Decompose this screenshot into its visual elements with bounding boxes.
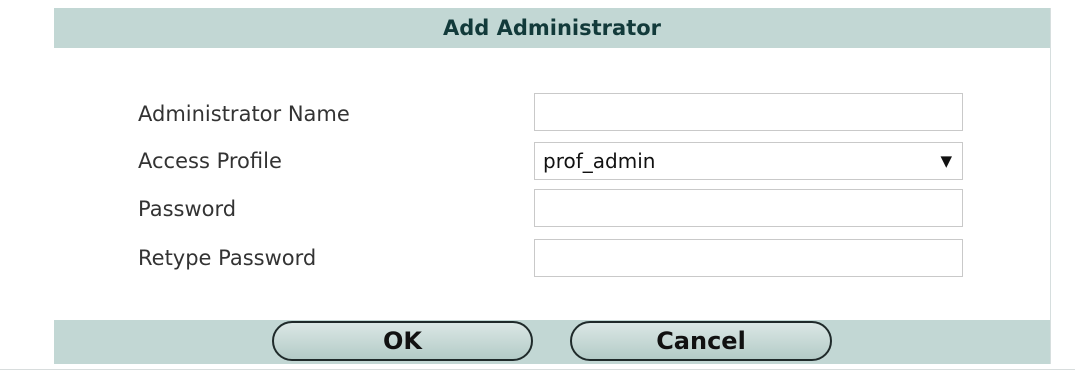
access-profile-label: Access Profile <box>138 149 282 173</box>
ok-button[interactable]: OK <box>272 321 533 361</box>
password-label: Password <box>138 197 237 221</box>
password-input[interactable] <box>534 189 963 227</box>
retype-password-label: Retype Password <box>138 246 317 270</box>
administrator-name-label: Administrator Name <box>138 102 350 126</box>
retype-password-input[interactable] <box>534 239 963 277</box>
cancel-button[interactable]: Cancel <box>570 321 832 361</box>
dropdown-arrow-icon[interactable]: ▼ <box>940 152 952 170</box>
access-profile-selected-value: prof_admin <box>543 149 656 173</box>
add-administrator-dialog: Add Administrator Administrator Name Acc… <box>54 8 1051 364</box>
administrator-name-input[interactable] <box>534 93 963 131</box>
dialog-button-bar: OK Cancel <box>54 320 1050 364</box>
access-profile-select[interactable]: prof_admin ▼ <box>534 142 963 180</box>
dialog-title: Add Administrator <box>54 8 1050 48</box>
